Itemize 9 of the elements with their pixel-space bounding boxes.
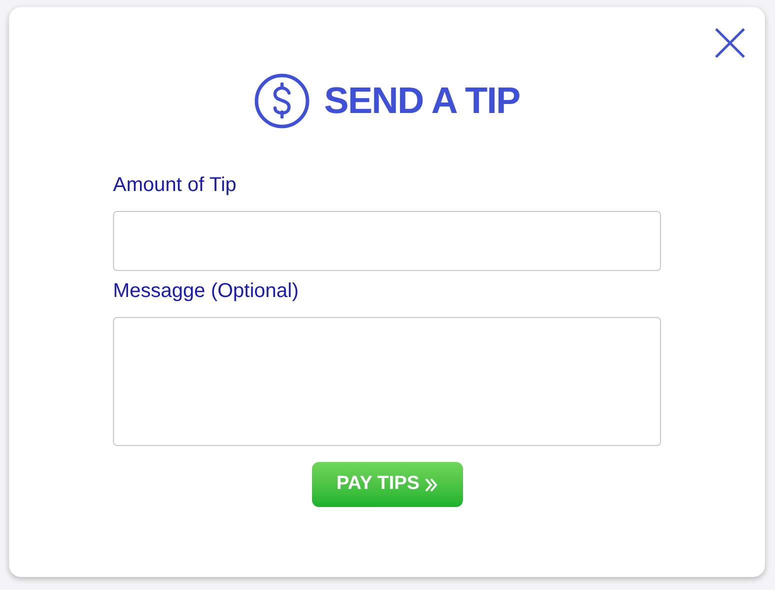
pay-tips-button[interactable]: PAY TIPS: [312, 462, 462, 507]
field-label: Messagge (Optional): [113, 279, 300, 303]
dialog-title: SEND A TIP: [324, 79, 520, 124]
dollar-icon: [254, 73, 310, 129]
close-button[interactable]: [713, 26, 747, 60]
field-label: Amount of Tip: [113, 173, 238, 197]
double-chevron-icon: [424, 476, 438, 492]
amount-field[interactable]: [113, 211, 661, 271]
message-field[interactable]: [113, 317, 661, 446]
